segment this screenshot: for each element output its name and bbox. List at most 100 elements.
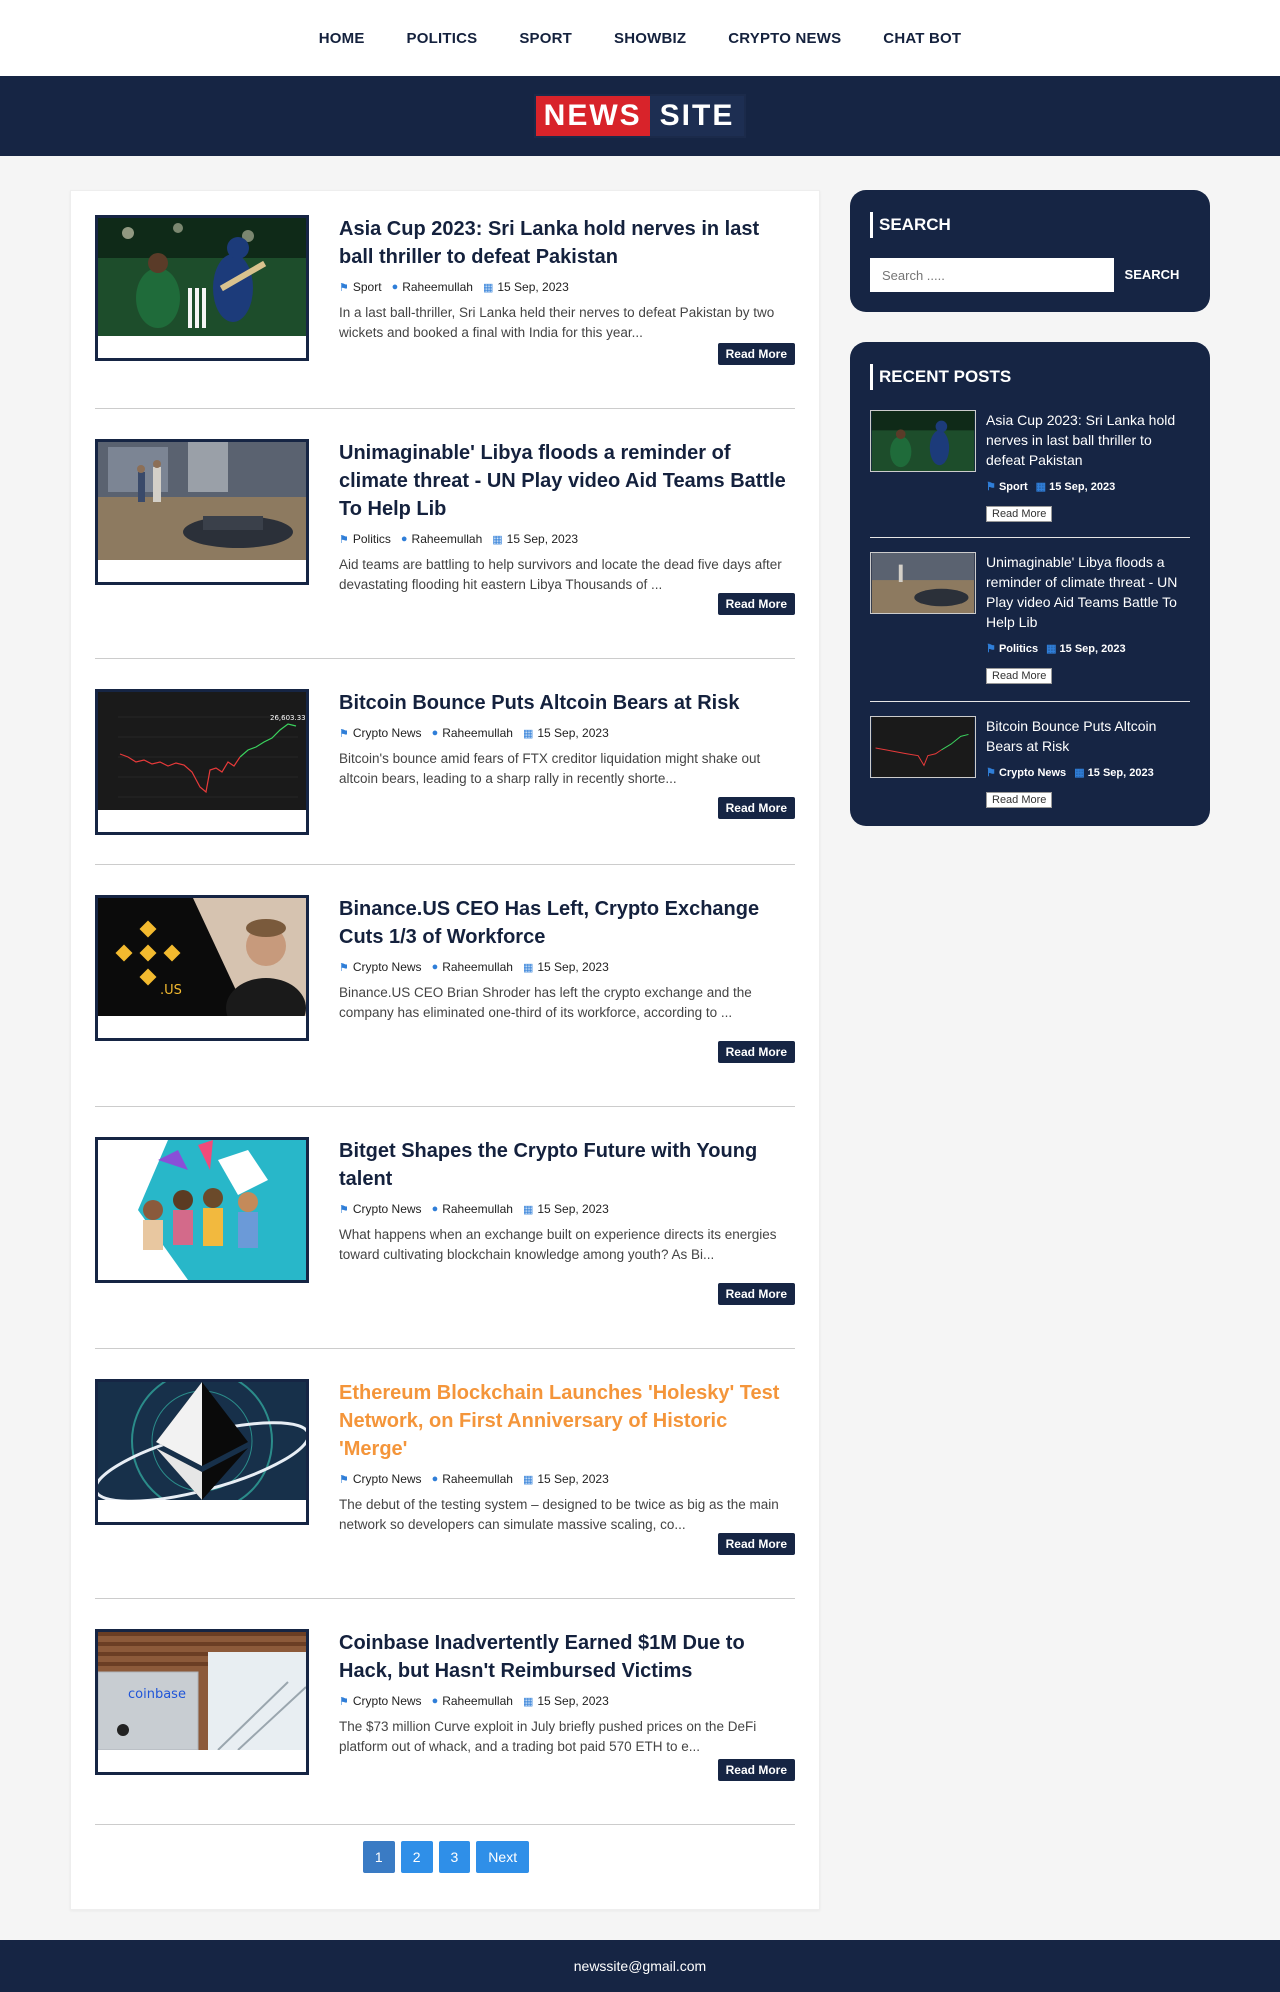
calendar-icon: ▦ [1046,643,1057,655]
recent-post-title[interactable]: Unimaginable' Libya floods a reminder of… [986,552,1190,632]
read-more-button[interactable]: Read More [717,1041,795,1063]
post-date: 15 Sep, 2023 [497,280,569,294]
user-icon: ● [431,1473,439,1485]
post-category[interactable]: Crypto News [353,1472,422,1486]
calendar-icon: ▦ [522,1473,534,1486]
post-content: Bitcoin Bounce Puts Altcoin Bears at Ris… [339,689,795,789]
post-excerpt: Binance.US CEO Brian Shroder has left th… [339,985,752,1020]
search-button[interactable]: SEARCH [1114,258,1190,292]
post-author: Raheemullah [442,960,513,974]
post-excerpt: The $73 million Curve exploit in July br… [339,1719,757,1754]
post-thumbnail[interactable] [95,439,309,585]
tag-icon: ⚑ [339,281,349,294]
recent-post-title[interactable]: Bitcoin Bounce Puts Altcoin Bears at Ris… [986,716,1190,756]
read-more-button[interactable]: Read More [717,343,795,365]
btc-price-label: 26,603.33 [270,714,306,722]
recent-post-category[interactable]: Sport [999,481,1028,493]
post-title[interactable]: Bitcoin Bounce Puts Altcoin Bears at Ris… [339,689,795,717]
read-more-button[interactable]: Read More [717,1283,795,1305]
calendar-icon: ▦ [482,281,494,294]
post-title[interactable]: Unimaginable' Libya floods a reminder of… [339,439,795,523]
recent-posts-widget: RECENT POSTS Asia Cup 2023: Sri Lanka ho… [850,342,1210,826]
post-item: Ethereum Blockchain Launches 'Holesky' T… [95,1379,795,1599]
flood-photo-image [98,442,306,560]
recent-post-category[interactable]: Crypto News [999,767,1066,779]
footer-email[interactable]: newssite@gmail.com [574,1958,706,1974]
recent-post-item: Unimaginable' Libya floods a reminder of… [870,552,1190,702]
post-thumbnail[interactable]: 26,603.33 [95,689,309,835]
recent-read-more-button[interactable]: Read More [986,506,1053,522]
recent-read-more-button[interactable]: Read More [986,792,1053,808]
post-meta: ⚑ Crypto News ● Raheemullah ▦ 15 Sep, 2023 [339,959,795,975]
post-category[interactable]: Politics [353,532,391,546]
tag-icon: ⚑ [339,1695,349,1708]
nav-sport[interactable]: SPORT [519,30,572,47]
nav-chat-bot[interactable]: CHAT BOT [883,30,961,47]
page-3-button[interactable]: 3 [438,1841,471,1873]
read-more-button[interactable]: Read More [717,593,795,615]
tag-icon: ⚑ [986,481,996,493]
post-category[interactable]: Crypto News [353,960,422,974]
tag-icon: ⚑ [339,727,349,740]
post-thumbnail[interactable] [95,1379,309,1525]
recent-post-thumbnail[interactable] [870,410,976,472]
coinbase-label: coinbase [128,1687,186,1702]
post-excerpt: What happens when an exchange built on e… [339,1227,777,1262]
next-page-button[interactable]: Next [476,1841,530,1873]
nav-politics[interactable]: POLITICS [407,30,478,47]
post-date: 15 Sep, 2023 [537,960,609,974]
post-content: Ethereum Blockchain Launches 'Holesky' T… [339,1379,795,1535]
recent-post-date: 15 Sep, 2023 [1059,643,1126,655]
tag-icon: ⚑ [339,1473,349,1486]
nav-crypto-news[interactable]: CRYPTO NEWS [728,30,841,47]
page-1-button[interactable]: 1 [362,1841,395,1873]
calendar-icon: ▦ [522,961,534,974]
top-navigation: HOME POLITICS SPORT SHOWBIZ CRYPTO NEWS … [0,0,1280,76]
recent-post-title[interactable]: Asia Cup 2023: Sri Lanka hold nerves in … [986,410,1190,470]
read-more-button[interactable]: Read More [717,1759,795,1781]
post-content: Unimaginable' Libya floods a reminder of… [339,439,795,595]
post-category[interactable]: Sport [353,280,382,294]
post-thumbnail[interactable] [95,1137,309,1283]
nav-home[interactable]: HOME [319,30,365,47]
post-item: Unimaginable' Libya floods a reminder of… [95,439,795,659]
post-title[interactable]: Asia Cup 2023: Sri Lanka hold nerves in … [339,215,795,271]
read-more-button[interactable]: Read More [717,797,795,819]
post-item: coinbase Coinbase Inadvertently Earned $… [95,1629,795,1825]
post-meta: ⚑ Crypto News ● Raheemullah ▦ 15 Sep, 2023 [339,1201,795,1217]
site-logo[interactable]: NEWS SITE [535,96,745,136]
post-item: 26,603.33 Bitcoin Bounce Puts Altcoin Be… [95,689,795,865]
post-author: Raheemullah [442,726,513,740]
post-category[interactable]: Crypto News [353,1202,422,1216]
recent-post-category[interactable]: Politics [999,643,1038,655]
recent-read-more-button[interactable]: Read More [986,668,1053,684]
read-more-button[interactable]: Read More [717,1533,795,1555]
post-title[interactable]: Coinbase Inadvertently Earned $1M Due to… [339,1629,795,1685]
page-2-button[interactable]: 2 [400,1841,433,1873]
recent-post-thumbnail[interactable] [870,552,976,614]
tag-icon: ⚑ [339,533,349,546]
post-title[interactable]: Bitget Shapes the Crypto Future with You… [339,1137,795,1193]
calendar-icon: ▦ [492,533,503,546]
post-author: Raheemullah [442,1694,513,1708]
post-thumbnail[interactable]: coinbase [95,1629,309,1775]
post-content: Binance.US CEO Has Left, Crypto Exchange… [339,895,795,1023]
post-thumbnail[interactable] [95,215,309,361]
post-category[interactable]: Crypto News [353,1694,422,1708]
post-category[interactable]: Crypto News [353,726,422,740]
post-meta: ⚑ Politics ● Raheemullah ▦ 15 Sep, 2023 [339,531,795,547]
post-author: Raheemullah [442,1202,513,1216]
user-icon: ● [431,961,439,973]
post-date: 15 Sep, 2023 [537,726,609,740]
recent-post-thumbnail[interactable] [870,716,976,778]
post-thumbnail[interactable]: .US [95,895,309,1041]
search-input[interactable] [870,258,1114,292]
post-meta: ⚑ Sport ● Raheemullah ▦ 15 Sep, 2023 [339,279,795,295]
recent-post-meta: ⚑ Politics ▦ 15 Sep, 2023 [986,642,1126,655]
post-item: Bitget Shapes the Crypto Future with You… [95,1137,795,1349]
post-title[interactable]: Binance.US CEO Has Left, Crypto Exchange… [339,895,795,951]
post-title[interactable]: Ethereum Blockchain Launches 'Holesky' T… [339,1379,795,1463]
user-icon: ● [431,727,439,739]
calendar-icon: ▦ [522,727,534,740]
nav-showbiz[interactable]: SHOWBIZ [614,30,686,47]
